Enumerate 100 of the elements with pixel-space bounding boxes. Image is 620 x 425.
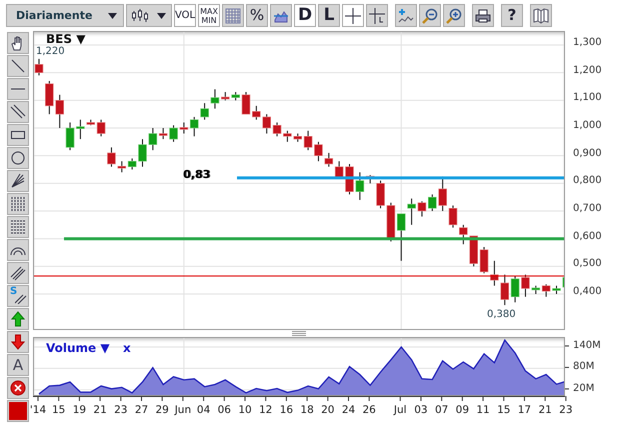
date-axis-label: 23 xyxy=(114,404,128,416)
price-annotation: 0,83 xyxy=(183,168,210,181)
toolbar-button[interactable]: VOL xyxy=(174,4,196,27)
add-indicator-button[interactable] xyxy=(395,4,417,27)
parallel-tool-button[interactable] xyxy=(7,101,29,123)
toolbar-button[interactable]: D xyxy=(294,4,316,27)
candle xyxy=(490,260,499,286)
candle xyxy=(34,58,44,76)
date-axis-label: 03 xyxy=(414,404,428,416)
candle xyxy=(532,285,540,295)
candle xyxy=(272,122,282,137)
hline-tool-button[interactable] xyxy=(7,78,29,100)
candlestick-icon xyxy=(132,8,148,24)
date-axis-label: 27 xyxy=(134,404,148,416)
candle xyxy=(510,276,520,303)
date-axis-label: 04 xyxy=(196,404,210,416)
candle xyxy=(418,200,426,218)
volume-axis-label: 20M xyxy=(573,382,594,394)
hand-tool-button[interactable] xyxy=(7,32,29,54)
interval-dropdown[interactable]: Diariamente xyxy=(6,4,124,27)
book-icon xyxy=(533,8,549,24)
date-axis-label: 23 xyxy=(559,404,573,416)
date-axis-label: 11 xyxy=(476,404,490,416)
max-min-button[interactable]: MAX MIN xyxy=(198,4,220,27)
date-axis-label: '14 xyxy=(30,404,46,416)
indicator-selector[interactable]: Volume ▼ xyxy=(46,341,110,355)
price-axis-label: 0,500 xyxy=(573,258,602,270)
zoom-out-button[interactable] xyxy=(419,4,441,27)
crosshair-button[interactable] xyxy=(342,4,364,27)
zoom-out-icon xyxy=(422,8,438,24)
candle xyxy=(448,204,458,228)
candle xyxy=(221,92,230,101)
date-axis-label: Jun xyxy=(174,404,192,416)
candle xyxy=(283,130,292,142)
up-arrow-icon xyxy=(10,311,26,327)
channel-tool-button[interactable] xyxy=(7,262,29,284)
up-arrow-tool-button[interactable] xyxy=(7,308,29,330)
book-button[interactable] xyxy=(530,4,552,27)
symbol-selector[interactable]: BES ▼ xyxy=(46,32,86,46)
grid-button[interactable] xyxy=(222,4,244,27)
delete-tool-button[interactable] xyxy=(7,377,29,399)
crosshair-l-button[interactable] xyxy=(366,4,388,27)
tool-letter: S xyxy=(10,286,18,297)
date-axis-label: 24 xyxy=(342,404,356,416)
price-axis-label: 1,100 xyxy=(573,92,602,104)
candle xyxy=(169,124,178,142)
candle xyxy=(262,114,271,134)
date-axis-label: 12 xyxy=(259,404,272,416)
arc-tool-button[interactable] xyxy=(7,239,29,261)
date-axis-label: 16 xyxy=(280,404,294,416)
print-icon xyxy=(475,8,491,24)
date-axis-label: 19 xyxy=(72,404,86,416)
circle-tool-button[interactable] xyxy=(7,147,29,169)
candle xyxy=(334,160,344,178)
text-tool-button[interactable]: A xyxy=(7,354,29,376)
zoom-in-button[interactable] xyxy=(443,4,465,27)
candle xyxy=(376,180,385,209)
toolbar-button[interactable]: % xyxy=(246,4,268,27)
date-axis-label: 26 xyxy=(362,404,376,416)
horizontal-line-icon xyxy=(10,88,26,90)
candle xyxy=(480,246,488,274)
candle xyxy=(138,138,147,168)
min-price-label: 0,380 xyxy=(487,309,516,320)
candle xyxy=(231,92,240,101)
candle xyxy=(107,146,116,168)
candle xyxy=(324,152,334,168)
toolbar-button[interactable]: L xyxy=(318,4,340,27)
candle xyxy=(542,284,550,298)
resize-handle-icon[interactable] xyxy=(292,331,306,336)
fan-tool-button[interactable] xyxy=(7,170,29,192)
price-axis-label: 0,900 xyxy=(573,148,602,159)
zoom-in-icon xyxy=(446,8,462,24)
candle xyxy=(55,94,64,128)
candle xyxy=(118,160,126,173)
caret-icon xyxy=(157,12,166,18)
grid-icon xyxy=(225,8,241,24)
hlines-tool-button[interactable] xyxy=(7,216,29,238)
down-arrow-tool-button[interactable] xyxy=(7,331,29,353)
chart-type-dropdown[interactable] xyxy=(126,4,172,27)
price-axis-label: 0,600 xyxy=(573,230,602,242)
date-axis-label: 21 xyxy=(538,404,552,416)
down-arrow-icon xyxy=(10,334,26,350)
candle xyxy=(210,88,220,110)
candle xyxy=(128,158,136,170)
candle xyxy=(386,202,396,242)
vertical-lines-icon xyxy=(10,196,26,212)
horizontal-lines-icon xyxy=(10,219,26,235)
candle xyxy=(500,274,510,306)
line-tool-button[interactable] xyxy=(7,55,29,77)
rect-tool-button[interactable] xyxy=(7,124,29,146)
candle xyxy=(314,141,323,162)
candle xyxy=(521,274,530,298)
print-button[interactable] xyxy=(472,4,494,27)
diagonal-line-icon xyxy=(10,58,26,74)
add-indicator-icon xyxy=(398,8,414,24)
close-indicator-button[interactable]: x xyxy=(123,341,131,355)
date-axis-label: 09 xyxy=(456,404,470,416)
vlines-tool-button[interactable] xyxy=(7,193,29,215)
area-button[interactable] xyxy=(270,4,292,27)
help-button[interactable]: ? xyxy=(501,4,523,27)
